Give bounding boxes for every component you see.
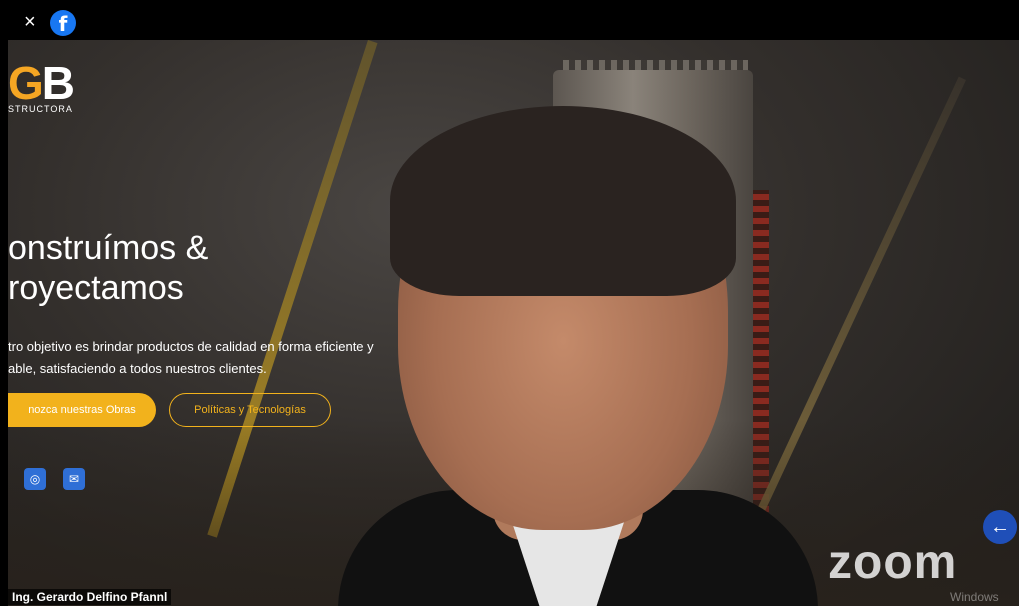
site-headline: onstruímos & royectamos [8,228,208,308]
mail-icon[interactable]: ✉ [63,468,85,490]
view-works-button[interactable]: nozca nuestras Obras [8,393,156,427]
facebook-icon[interactable]: f [50,10,76,36]
participant-name-label: Ing. Gerardo Delfino Pfannl [8,589,172,605]
company-logo: GB STRUCTORA [8,56,98,116]
close-icon[interactable]: × [24,12,36,32]
headline-line-2: royectamos [8,269,184,307]
participant-hair [390,106,736,296]
video-top-bar: × f [0,0,1019,40]
zoom-logo: zoom [828,536,958,589]
windows-watermark: Windows [950,590,999,604]
video-frame: GB STRUCTORA onstruímos & royectamos tro… [8,40,1019,606]
logo-letter-b: B [41,57,75,109]
instagram-icon[interactable]: ◎ [24,468,46,490]
policies-button[interactable]: Políticas y Tecnologías [169,393,331,427]
headline-line-1: onstruímos & [8,229,209,267]
logo-subtitle: STRUCTORA [8,104,73,114]
arrow-left-icon[interactable]: ← [983,510,1017,544]
participant-video [338,106,818,606]
logo-letter-g: G [8,57,44,109]
